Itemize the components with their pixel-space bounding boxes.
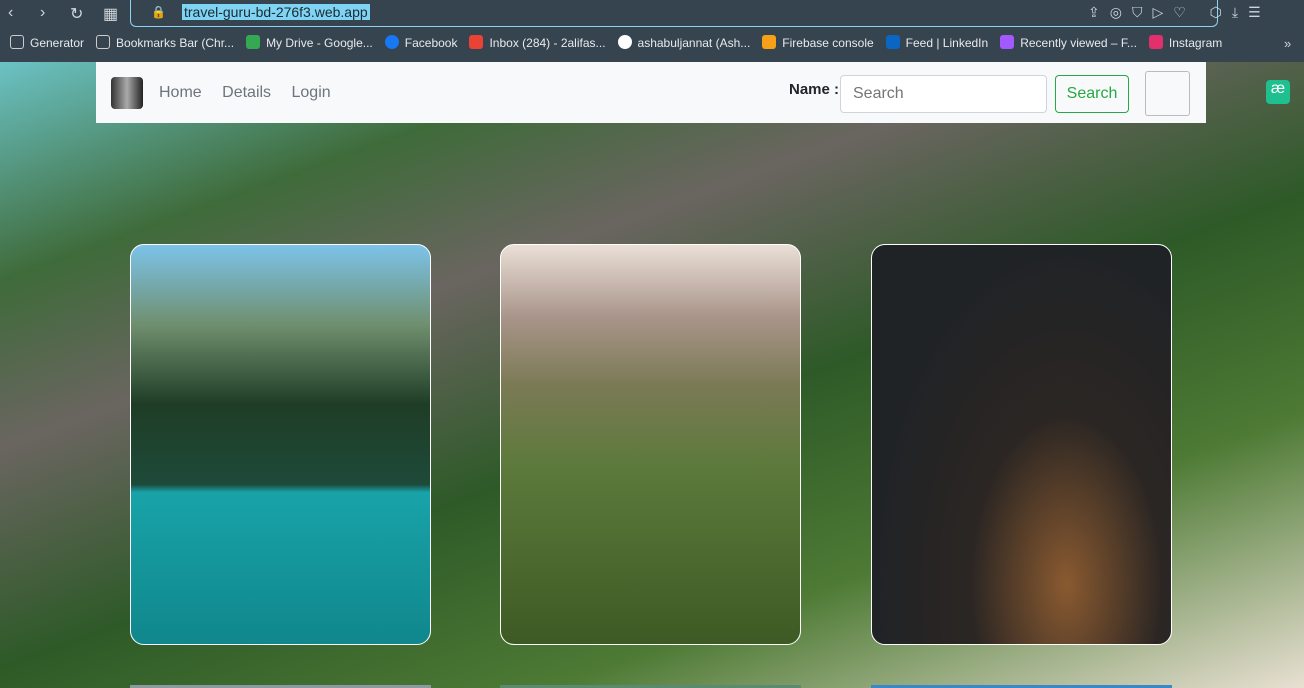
card-mountain-lake[interactable] bbox=[130, 244, 431, 645]
bookmark[interactable]: Generator bbox=[10, 35, 84, 50]
bookmark[interactable]: Instagram bbox=[1148, 35, 1222, 50]
bookmark[interactable]: Recently viewed – F... bbox=[1000, 35, 1137, 50]
url-text[interactable]: travel-guru-bd-276f3.web.app bbox=[182, 4, 370, 20]
nav-details[interactable]: Details bbox=[222, 84, 271, 101]
bookmarks-bar: Generator Bookmarks Bar (Chr... My Drive… bbox=[10, 35, 1222, 50]
folder-icon bbox=[10, 35, 24, 49]
gmail-icon bbox=[469, 35, 484, 49]
logo[interactable] bbox=[111, 76, 143, 109]
firebase-icon bbox=[762, 35, 777, 49]
page-background: Home Details Login Name : Search æ bbox=[0, 62, 1304, 688]
bookmark[interactable]: Facebook bbox=[384, 35, 457, 50]
address-bar[interactable]: 🔒 travel-guru-bd-276f3.web.app bbox=[130, 0, 1218, 27]
name-label: Name : bbox=[789, 81, 840, 98]
nav-login[interactable]: Login bbox=[292, 84, 331, 101]
bookmark[interactable]: Firebase console bbox=[762, 35, 874, 50]
back-icon[interactable]: ‹ bbox=[8, 4, 13, 22]
forward-icon[interactable]: › bbox=[40, 4, 45, 22]
browser-chrome: ‹ › ↻ ▦ 🔒 travel-guru-bd-276f3.web.app ⇪… bbox=[0, 0, 1304, 62]
search-input[interactable] bbox=[840, 75, 1047, 113]
card-hills[interactable] bbox=[500, 244, 801, 645]
apps-grid-icon[interactable]: ▦ bbox=[103, 4, 118, 24]
github-icon bbox=[617, 35, 632, 49]
bookmark[interactable]: ashabuljannat (Ash... bbox=[617, 35, 750, 50]
extension-icon[interactable]: æ bbox=[1266, 80, 1290, 104]
nav-home[interactable]: Home bbox=[159, 84, 202, 101]
linkedin-icon bbox=[885, 35, 900, 49]
bookmark[interactable]: Feed | LinkedIn bbox=[885, 35, 988, 50]
toolbar-icons[interactable]: ⇪◎⛉▷♡ ⬡⤓☰ bbox=[1088, 4, 1271, 21]
more-bookmarks-icon[interactable]: » bbox=[1284, 36, 1291, 51]
reload-icon[interactable]: ↻ bbox=[70, 4, 83, 24]
folder-icon bbox=[96, 35, 111, 49]
navbar: Home Details Login Name : Search bbox=[96, 62, 1206, 123]
instagram-icon bbox=[1148, 35, 1163, 49]
facebook-icon bbox=[384, 35, 399, 49]
figma-icon bbox=[1000, 35, 1015, 49]
google-drive-icon bbox=[246, 35, 261, 49]
lock-icon: 🔒 bbox=[151, 5, 166, 19]
bookmark[interactable]: My Drive - Google... bbox=[246, 35, 373, 50]
bookmark[interactable]: Inbox (284) - 2alifas... bbox=[469, 35, 606, 50]
empty-box[interactable] bbox=[1145, 71, 1190, 116]
card-tiger[interactable] bbox=[871, 244, 1172, 645]
search-button[interactable]: Search bbox=[1055, 75, 1129, 113]
bookmark[interactable]: Bookmarks Bar (Chr... bbox=[96, 35, 234, 50]
